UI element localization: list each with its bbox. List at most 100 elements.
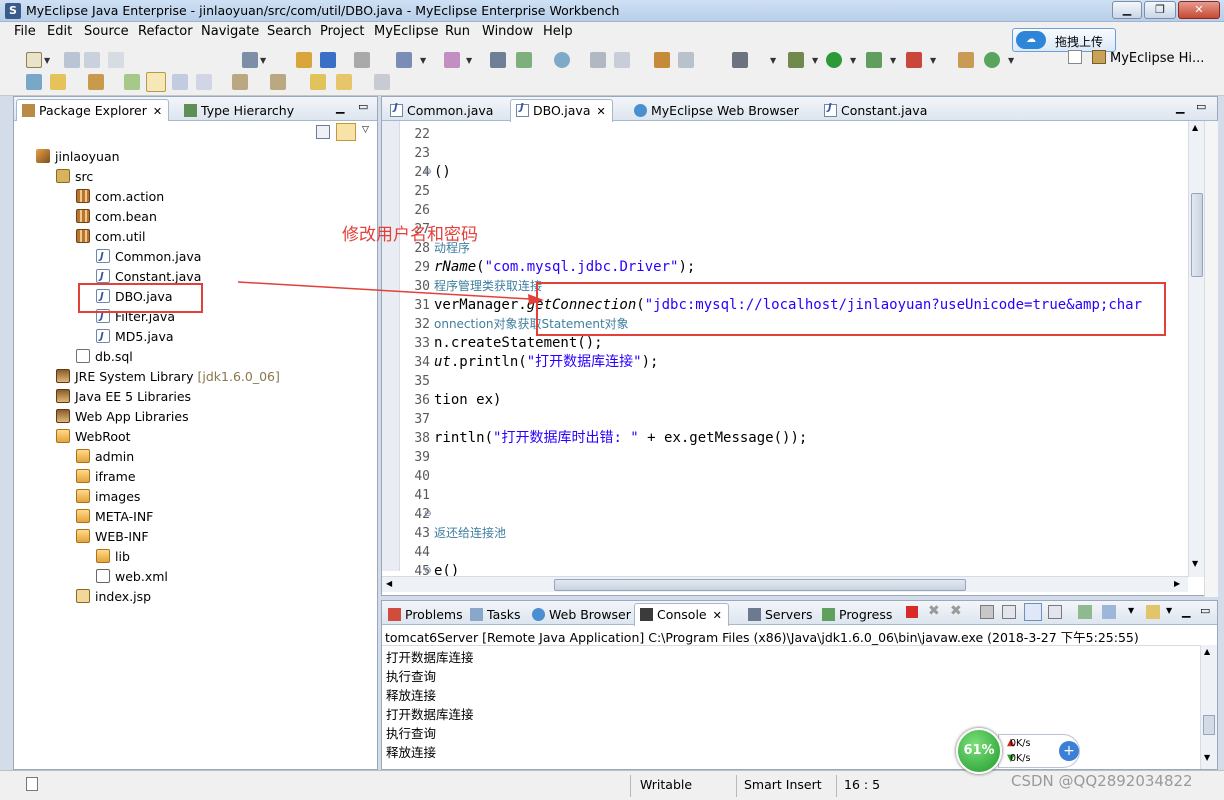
cloud-upload-button[interactable]: ☁ 拖拽上传 [1012, 28, 1116, 52]
horizontal-scrollbar[interactable]: ◀ ▶ [382, 576, 1188, 592]
tree-item[interactable]: jinlaoyuan [36, 147, 120, 167]
new-icon[interactable] [26, 52, 42, 68]
new-class-icon[interactable] [320, 52, 336, 68]
print-icon[interactable] [108, 52, 124, 68]
scroll-thumb[interactable] [1191, 193, 1203, 277]
scroll-thumb[interactable] [1203, 715, 1215, 735]
clear-console-icon[interactable] [980, 605, 994, 619]
tree-item[interactable]: iframe [76, 467, 136, 487]
network-speed-widget[interactable]: ▲ ▼ + 61% 0K/s 0K/s [956, 728, 1082, 774]
server-icon[interactable] [490, 52, 506, 68]
menu-window[interactable]: Window [482, 24, 533, 39]
tree-item[interactable]: Web App Libraries [56, 407, 189, 427]
scroll-right-icon[interactable]: ▶ [1174, 579, 1180, 588]
tab-tasks[interactable]: Tasks [464, 603, 528, 625]
tree-item[interactable]: com.action [76, 187, 164, 207]
debug-icon[interactable] [788, 52, 804, 68]
save-icon[interactable] [64, 52, 80, 68]
tree-item[interactable]: images [76, 487, 140, 507]
chevron-down-icon[interactable]: ▼ [420, 56, 426, 65]
add-icon[interactable]: + [1059, 741, 1079, 761]
next-annotation-icon[interactable] [232, 74, 248, 90]
scroll-lock-icon[interactable] [1002, 605, 1016, 619]
maximize-button[interactable]: ❐ [1144, 1, 1176, 19]
tab-console[interactable]: Console ✕ [634, 603, 729, 626]
tree-item[interactable]: lib [96, 547, 130, 567]
chevron-down-icon[interactable]: ▼ [1128, 606, 1134, 615]
dbx-icon[interactable] [654, 52, 670, 68]
new-fast-view-icon[interactable] [26, 777, 38, 791]
tree-item[interactable]: admin [76, 447, 134, 467]
globe-icon[interactable] [554, 52, 570, 68]
open-console-icon[interactable] [1102, 605, 1116, 619]
chevron-down-icon[interactable]: ▼ [1008, 56, 1014, 65]
scroll-up-icon[interactable]: ▲ [1192, 123, 1198, 132]
run-icon[interactable] [826, 52, 842, 68]
fold-icon[interactable]: ⊖ [424, 566, 432, 576]
tree-item[interactable]: com.bean [76, 207, 157, 227]
chevron-down-icon[interactable]: ▼ [466, 56, 472, 65]
menu-myeclipse[interactable]: MyEclipse [374, 24, 439, 39]
fold-icon[interactable]: ⊖ [424, 167, 432, 177]
last-edit-icon[interactable] [310, 74, 326, 90]
console-scrollbar[interactable]: ▲ ▼ [1200, 645, 1217, 769]
tree-item[interactable]: index.jsp [76, 587, 151, 607]
prev-annotation-icon[interactable] [270, 74, 286, 90]
report-icon[interactable] [614, 52, 630, 68]
display-console-icon[interactable] [1078, 605, 1092, 619]
link-with-editor-icon[interactable] [336, 123, 356, 141]
chevron-down-icon[interactable]: ▼ [850, 56, 856, 65]
menu-refactor[interactable]: Refactor [138, 24, 193, 39]
open-wizard-icon[interactable] [242, 52, 258, 68]
chevron-down-icon[interactable]: ▼ [1166, 606, 1172, 615]
tab-web-browser[interactable]: MyEclipse Web Browser [628, 99, 806, 121]
minimize-view-icon[interactable]: ▁ [1176, 101, 1184, 114]
forward-icon[interactable] [374, 74, 390, 90]
deploy-icon[interactable] [444, 52, 460, 68]
open-type-icon[interactable] [26, 74, 42, 90]
tree-item[interactable]: Java EE 5 Libraries [56, 387, 191, 407]
save-all-icon[interactable] [84, 52, 100, 68]
scroll-thumb[interactable] [554, 579, 966, 591]
back-icon[interactable] [336, 74, 352, 90]
remove-all-icon[interactable]: ✖ [950, 603, 962, 619]
open-task-icon[interactable] [88, 74, 104, 90]
minimize-view-icon[interactable]: ▁ [336, 101, 344, 114]
highlight-icon[interactable] [146, 72, 166, 92]
menu-source[interactable]: Source [84, 24, 129, 39]
close-icon[interactable]: ✕ [153, 105, 162, 118]
tab-progress[interactable]: Progress [816, 603, 899, 625]
tab-problems[interactable]: Problems [382, 603, 470, 625]
tab-type-hierarchy[interactable]: Type Hierarchy [178, 99, 301, 121]
block-select-icon[interactable] [172, 74, 188, 90]
menu-search[interactable]: Search [267, 24, 312, 39]
overview-ruler[interactable] [1204, 121, 1218, 597]
refresh-icon[interactable] [984, 52, 1000, 68]
run-last-icon[interactable] [866, 52, 882, 68]
tree-item[interactable]: web.xml [96, 567, 168, 587]
perspective-switcher[interactable]: MyEclipse Hi... [1068, 50, 1224, 70]
tab-dbo-java[interactable]: DBO.java ✕ [510, 99, 613, 122]
pin-console-icon[interactable] [1048, 605, 1062, 619]
chevron-down-icon[interactable]: ▼ [770, 56, 776, 65]
maximize-view-icon[interactable]: ▭ [358, 100, 368, 113]
extension-icon[interactable] [958, 52, 974, 68]
open-perspective-icon[interactable] [354, 52, 370, 68]
debug-tools-icon[interactable] [396, 52, 412, 68]
collapse-all-icon[interactable] [316, 125, 330, 139]
close-icon[interactable]: ✕ [596, 105, 605, 118]
minimize-view-icon[interactable]: ▁ [1182, 605, 1190, 618]
menu-help[interactable]: Help [543, 24, 573, 39]
tab-package-explorer[interactable]: Package Explorer ✕ [16, 99, 170, 122]
menu-navigate[interactable]: Navigate [201, 24, 259, 39]
tree-item[interactable]: db.sql [76, 347, 133, 367]
tree-item[interactable]: JRE System Library [jdk1.6.0_06] [56, 367, 280, 387]
maximize-view-icon[interactable]: ▭ [1196, 100, 1206, 113]
tab-constant-java[interactable]: Constant.java [818, 99, 934, 121]
minimize-button[interactable]: ▁ [1112, 1, 1142, 19]
run-server-icon[interactable] [516, 52, 532, 68]
tree-item[interactable]: com.util [76, 227, 145, 247]
open-image-icon[interactable] [590, 52, 606, 68]
tab-web-browser[interactable]: Web Browser [526, 603, 638, 625]
tree-item[interactable]: Common.java [96, 247, 201, 267]
